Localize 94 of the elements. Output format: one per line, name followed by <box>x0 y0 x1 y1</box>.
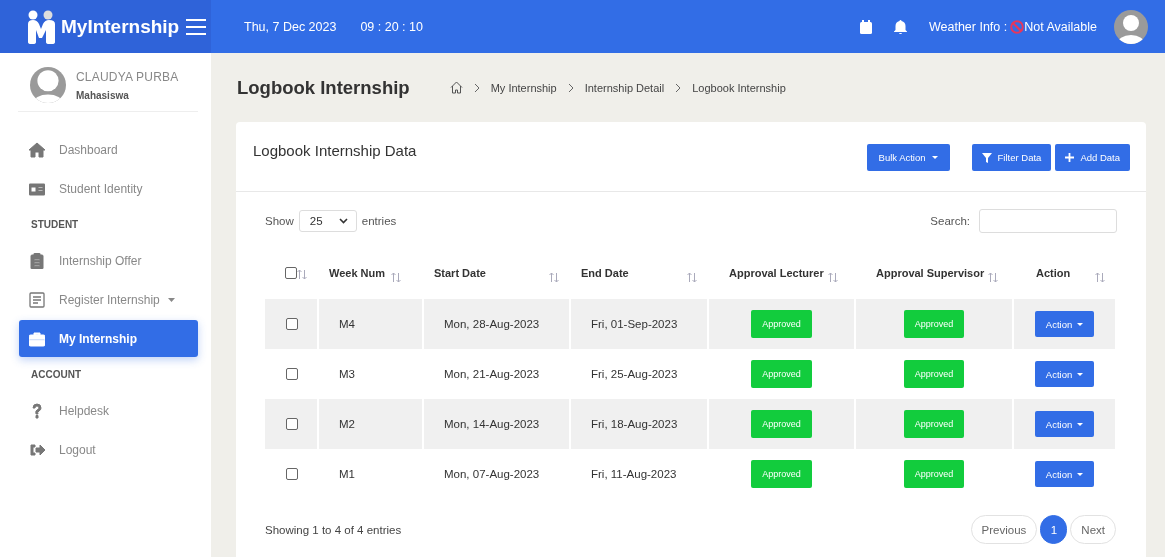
checkbox[interactable] <box>286 418 298 431</box>
table-cell: M3 <box>339 368 355 380</box>
bell-icon[interactable] <box>893 19 907 34</box>
page-size-select[interactable]: 25 <box>298 210 357 232</box>
status-badge: Approved <box>751 360 812 388</box>
action-button[interactable]: Action <box>1034 311 1095 337</box>
column-header[interactable]: End Date <box>581 266 629 279</box>
avatar-icon[interactable] <box>1114 9 1148 44</box>
caret-icon <box>931 156 938 159</box>
show-label: Show <box>265 215 294 227</box>
breadcrumb-link[interactable]: Internship Detail <box>584 81 665 94</box>
briefcase-icon <box>29 330 45 347</box>
pagination-button[interactable]: Previous <box>970 515 1038 544</box>
caret-icon <box>1077 372 1084 376</box>
filter-button[interactable]: Filter Data <box>971 144 1052 171</box>
unavailable-icon <box>1010 19 1025 34</box>
checkbox[interactable] <box>285 267 297 280</box>
table-cell: Fri, 18-Aug-2023 <box>591 418 678 430</box>
form-icon <box>29 291 45 308</box>
page-title: Logbook Internship <box>237 76 410 99</box>
pagination-button[interactable]: 1 <box>1040 515 1068 544</box>
avatar-icon <box>30 67 66 103</box>
section-header: STUDENT <box>30 218 80 232</box>
section-header: ACCOUNT <box>30 368 82 382</box>
question-icon <box>29 402 45 419</box>
action-button[interactable]: Action <box>1034 411 1095 437</box>
checkbox[interactable] <box>286 368 298 381</box>
column-header[interactable]: Approval Lecturer <box>729 266 824 279</box>
plus-icon <box>1065 153 1075 162</box>
idcard-icon <box>29 180 45 197</box>
pagination-button[interactable]: Next <box>1070 515 1116 544</box>
table-cell: M2 <box>339 418 355 430</box>
status-badge: Approved <box>903 310 965 338</box>
chevron-icon <box>567 82 574 93</box>
add-button[interactable]: Add Data <box>1055 144 1130 171</box>
column-header[interactable]: Week Num <box>329 266 386 279</box>
table-cell: Mon, 07-Aug-2023 <box>444 468 540 480</box>
search-field[interactable] <box>979 209 1117 233</box>
caret-icon <box>1077 472 1084 476</box>
table-cell: Mon, 14-Aug-2023 <box>444 418 540 430</box>
column-header[interactable]: Action <box>1036 266 1071 279</box>
chevron-icon <box>675 82 682 93</box>
home-icon[interactable] <box>449 81 463 94</box>
checkbox[interactable] <box>286 318 298 331</box>
column-header[interactable]: Start Date <box>434 266 486 279</box>
action-button[interactable]: Action <box>1034 461 1095 487</box>
weather-label: Weather Info : <box>928 19 1008 34</box>
nav-item[interactable]: Dashboard <box>19 131 198 168</box>
column-header[interactable]: Approval Supervisor <box>876 266 985 279</box>
home-icon <box>29 141 45 158</box>
user-name: CLAUDYA PURBA <box>76 69 179 84</box>
caret-icon <box>1077 422 1084 426</box>
status-badge: Approved <box>751 310 812 338</box>
menu-icon[interactable] <box>185 17 208 36</box>
clock-text: 09 : 20 : 10 <box>360 19 423 34</box>
brand-name: MyInternship <box>61 15 180 38</box>
table-cell: Fri, 25-Aug-2023 <box>591 368 678 380</box>
card-title: Logbook Internship Data <box>253 142 417 159</box>
caret-icon <box>1077 322 1084 326</box>
logout-icon <box>29 441 45 458</box>
status-badge: Approved <box>903 360 965 388</box>
bulk-action-button[interactable]: Bulk Action <box>866 144 950 171</box>
table-cell: Mon, 21-Aug-2023 <box>444 368 540 380</box>
nav-item[interactable]: Helpdesk <box>19 392 198 429</box>
status-badge: Approved <box>751 460 812 488</box>
status-badge: Approved <box>903 410 965 438</box>
chevron-icon <box>338 218 348 224</box>
table-cell: M4 <box>339 318 355 330</box>
user-role: Mahasiswa <box>76 89 130 101</box>
nav-item[interactable]: Logout <box>19 431 198 468</box>
search-label: Search: <box>930 215 970 227</box>
nav-item[interactable]: Register Internship <box>19 281 198 318</box>
filter-icon <box>981 152 992 163</box>
chevron-icon <box>473 82 480 93</box>
logo-icon <box>27 9 57 44</box>
calendar-icon[interactable] <box>859 19 872 34</box>
weather-value: Not Available <box>1024 19 1097 34</box>
action-button[interactable]: Action <box>1034 361 1095 387</box>
table-cell: M1 <box>339 468 355 480</box>
status-badge: Approved <box>903 460 965 488</box>
table-cell: Fri, 11-Aug-2023 <box>591 468 677 480</box>
table-cell: Fri, 01-Sep-2023 <box>591 318 678 330</box>
nav-item[interactable]: Student Identity <box>19 170 198 207</box>
checkbox[interactable] <box>286 468 298 481</box>
entries-info: Showing 1 to 4 of 4 entries <box>265 523 402 536</box>
breadcrumb-current: Logbook Internship <box>692 81 786 94</box>
clipboard-icon <box>29 252 45 269</box>
entries-label: entries <box>361 215 397 227</box>
table-cell: Mon, 28-Aug-2023 <box>444 318 540 330</box>
nav-item[interactable]: My Internship <box>19 320 198 357</box>
date-text: Thu, 7 Dec 2023 <box>244 19 337 34</box>
nav-item[interactable]: Internship Offer <box>19 242 198 279</box>
status-badge: Approved <box>751 410 812 438</box>
breadcrumb-link[interactable]: My Internship <box>490 81 557 94</box>
